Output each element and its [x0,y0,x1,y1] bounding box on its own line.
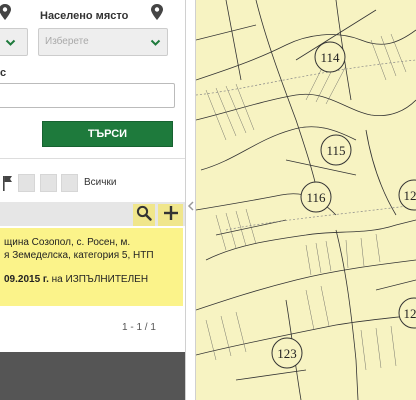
result-item[interactable]: щина Созопол, с. Росен, м. я Земеделска,… [0,228,183,306]
map-canvas: 114 115 116 12 123 12 [196,0,416,400]
result-status-text: на ИЗПЪЛНИТЕЛЕН [48,274,149,285]
collapse-arrow-icon[interactable] [187,198,195,211]
result-line-1: щина Созопол, с. Росен, м. [4,237,131,248]
zoom-to-result-button[interactable] [133,204,155,226]
plus-icon [163,205,179,226]
settlement-select[interactable]: Изберете [38,28,168,56]
parcel-label: 116 [306,190,326,205]
municipality-select[interactable] [0,28,28,56]
footer-bar [0,352,185,400]
select-all-label: Всички [84,177,117,188]
parcel-label: 115 [326,143,345,158]
settlement-label: Населено място [40,10,129,22]
search-panel: Населено място Изберете с ТЪРСИ Всички щ… [0,0,185,400]
search-text-input[interactable] [0,83,175,108]
parcel-label: 12 [404,306,416,321]
tool-toggle-2[interactable] [40,174,57,192]
parcel-label: 12 [404,188,416,203]
map-pin-icon [0,4,12,20]
field-label: с [0,67,7,79]
chevron-down-icon [150,37,161,48]
result-status: 09.2015 г. на ИЗПЪЛНИТЕЛЕН [4,274,148,285]
divider [0,158,185,159]
parcel-label: 114 [320,50,340,65]
map-pin-icon [150,4,164,20]
chevron-down-icon [5,37,16,48]
add-result-button[interactable] [158,204,183,226]
tool-toggle-1[interactable] [18,174,35,192]
flag-icon[interactable] [0,174,14,192]
settlement-select-value: Изберете [45,36,89,47]
cadastral-map[interactable]: 114 115 116 12 123 12 [196,0,416,400]
result-status-date: 09.2015 г. [4,274,49,285]
panel-splitter[interactable] [185,0,196,400]
magnifier-icon [136,205,152,226]
pagination-info: 1 - 1 / 1 [122,322,156,333]
search-button[interactable]: ТЪРСИ [42,121,173,147]
result-line-2: я Земеделска, категория 5, НТП [4,250,154,261]
select-all-checkbox[interactable] [61,174,78,192]
result-description: щина Созопол, с. Росен, м. я Земеделска,… [4,236,179,262]
parcel-label: 123 [277,346,297,361]
